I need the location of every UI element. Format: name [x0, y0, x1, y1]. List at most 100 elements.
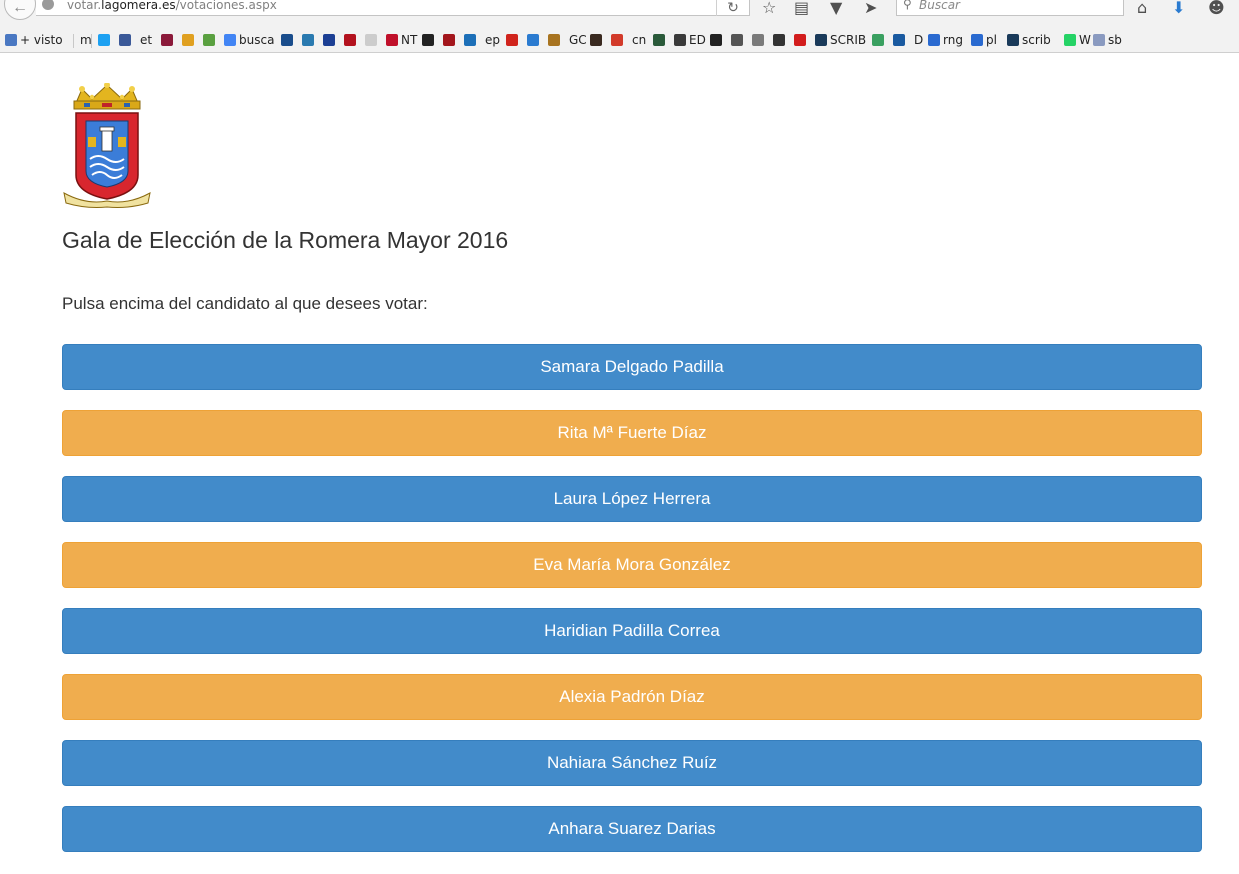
vote-candidate-button[interactable]: Rita Mª Fuerte Díaz — [62, 410, 1202, 456]
bookmark-label: GC — [569, 33, 587, 47]
vote-candidate-button[interactable]: Laura López Herrera — [62, 476, 1202, 522]
vote-candidate-button[interactable]: Alexia Padrón Díaz — [62, 674, 1202, 720]
bookmark-item[interactable] — [281, 31, 296, 49]
bookmark-item[interactable] — [773, 31, 788, 49]
whatsapp-icon — [1064, 34, 1076, 46]
bookmark-item[interactable] — [119, 31, 134, 49]
bookmark-item[interactable]: SCRIB — [815, 31, 866, 49]
vote-candidate-button[interactable]: Eva María Mora González — [62, 542, 1202, 588]
bookmarks-toolbar: + visto m et busca NT ep GC cn ED SCRIB Drng pl scri… — [0, 28, 1239, 52]
bookmark-item[interactable] — [422, 31, 437, 49]
bookmark-item[interactable]: NT — [386, 31, 417, 49]
bookmark-item[interactable]: GC — [569, 31, 587, 49]
pocket-icon[interactable]: ▼ — [830, 0, 842, 17]
bookmark-item[interactable]: ED — [674, 31, 706, 49]
bookmark-icon — [161, 34, 173, 46]
bookmark-icon — [548, 34, 560, 46]
bookmark-item[interactable]: ep — [485, 31, 500, 49]
bookmark-icon — [281, 34, 293, 46]
bookmark-icon — [928, 34, 940, 46]
vote-candidate-button[interactable]: Anhara Suarez Darias — [62, 806, 1202, 852]
bookmark-icon — [590, 34, 602, 46]
bookmark-icon — [752, 34, 764, 46]
bookmark-item[interactable]: m — [80, 31, 92, 49]
vote-candidate-button[interactable]: Haridian Padilla Correa — [62, 608, 1202, 654]
bookmark-item[interactable] — [752, 31, 767, 49]
bookmark-item[interactable]: busca — [224, 31, 274, 49]
search-input[interactable] — [919, 0, 1109, 13]
bookmark-icon — [794, 34, 806, 46]
bookmark-item[interactable]: scrib — [1007, 31, 1051, 49]
bookmark-icon — [203, 34, 215, 46]
home-icon[interactable]: ⌂ — [1137, 0, 1147, 17]
back-button[interactable]: ← — [4, 0, 36, 20]
bookmark-item[interactable] — [590, 31, 605, 49]
bookmark-item[interactable] — [161, 31, 176, 49]
url-path: /votaciones.aspx — [175, 0, 277, 12]
bookmark-item[interactable] — [323, 31, 338, 49]
bookmark-item[interactable]: et — [140, 31, 152, 49]
bookmark-item[interactable]: pl — [971, 31, 997, 49]
bookmark-item[interactable] — [794, 31, 809, 49]
bookmark-icon — [815, 34, 827, 46]
bookmark-icon — [344, 34, 356, 46]
bookmark-icon — [464, 34, 476, 46]
bookmark-icon — [731, 34, 743, 46]
search-icon: ⚲ — [903, 0, 912, 11]
bookmark-item[interactable] — [365, 31, 380, 49]
send-icon[interactable]: ➤ — [864, 0, 877, 17]
bookmark-item[interactable]: + visto — [5, 31, 63, 49]
bookmark-item[interactable] — [710, 31, 725, 49]
bookmark-item[interactable] — [98, 31, 113, 49]
bookmark-item[interactable] — [302, 31, 317, 49]
bookmark-icon — [773, 34, 785, 46]
site-identity-icon[interactable] — [42, 0, 54, 10]
bookmark-icon — [872, 34, 884, 46]
bookmark-icon — [323, 34, 335, 46]
bookmark-item[interactable] — [611, 31, 626, 49]
search-box[interactable]: ⚲ — [896, 0, 1124, 16]
bookmark-item[interactable]: D — [914, 31, 923, 49]
bookmark-item[interactable] — [443, 31, 458, 49]
bookmark-item[interactable] — [548, 31, 563, 49]
bookmark-item[interactable] — [527, 31, 542, 49]
bookmark-icon — [386, 34, 398, 46]
reload-button[interactable]: ↻ — [716, 0, 749, 16]
bookmark-item[interactable] — [203, 31, 218, 49]
bookmark-item[interactable]: W — [1064, 31, 1091, 49]
shield-icon — [75, 112, 139, 200]
download-icon[interactable]: ⬇ — [1172, 0, 1185, 17]
bookmark-item[interactable] — [182, 31, 197, 49]
bookmark-label: m — [80, 33, 92, 47]
bookmark-label: rng — [943, 33, 963, 47]
bookmark-label: + visto — [20, 33, 63, 47]
chat-icon[interactable]: ☻ — [1208, 0, 1225, 17]
bookmark-item[interactable] — [506, 31, 521, 49]
bookmark-star-icon[interactable]: ☆ — [762, 0, 776, 17]
bookmark-icon — [302, 34, 314, 46]
bookmark-item[interactable] — [464, 31, 479, 49]
vote-candidate-button[interactable]: Nahiara Sánchez Ruíz — [62, 740, 1202, 786]
bookmark-item[interactable] — [653, 31, 668, 49]
bookmark-item[interactable]: sb — [1093, 31, 1122, 49]
bookmark-icon — [422, 34, 434, 46]
crown-icon — [73, 83, 141, 110]
bookmark-separator — [91, 34, 92, 48]
google-icon — [224, 34, 236, 46]
bookmark-item[interactable] — [872, 31, 887, 49]
bookmark-icon — [971, 34, 983, 46]
bookmark-label: ED — [689, 33, 706, 47]
bookmark-item[interactable]: rng — [928, 31, 963, 49]
bookmark-icon — [1007, 34, 1019, 46]
bookmark-label: cn — [632, 33, 647, 47]
bookmark-item[interactable] — [731, 31, 746, 49]
bookmark-item[interactable]: cn — [632, 31, 646, 49]
url-bar[interactable]: votar.lagomera.es/votaciones.aspx ↻ — [36, 0, 750, 16]
bookmark-icon — [506, 34, 518, 46]
bookmark-item[interactable] — [893, 31, 908, 49]
bookmark-icon — [893, 34, 905, 46]
vote-candidate-button[interactable]: Samara Delgado Padilla — [62, 344, 1202, 390]
reading-list-icon[interactable]: ▤ — [794, 0, 809, 17]
bookmark-item[interactable] — [344, 31, 359, 49]
url-prefix: votar. — [67, 0, 102, 12]
